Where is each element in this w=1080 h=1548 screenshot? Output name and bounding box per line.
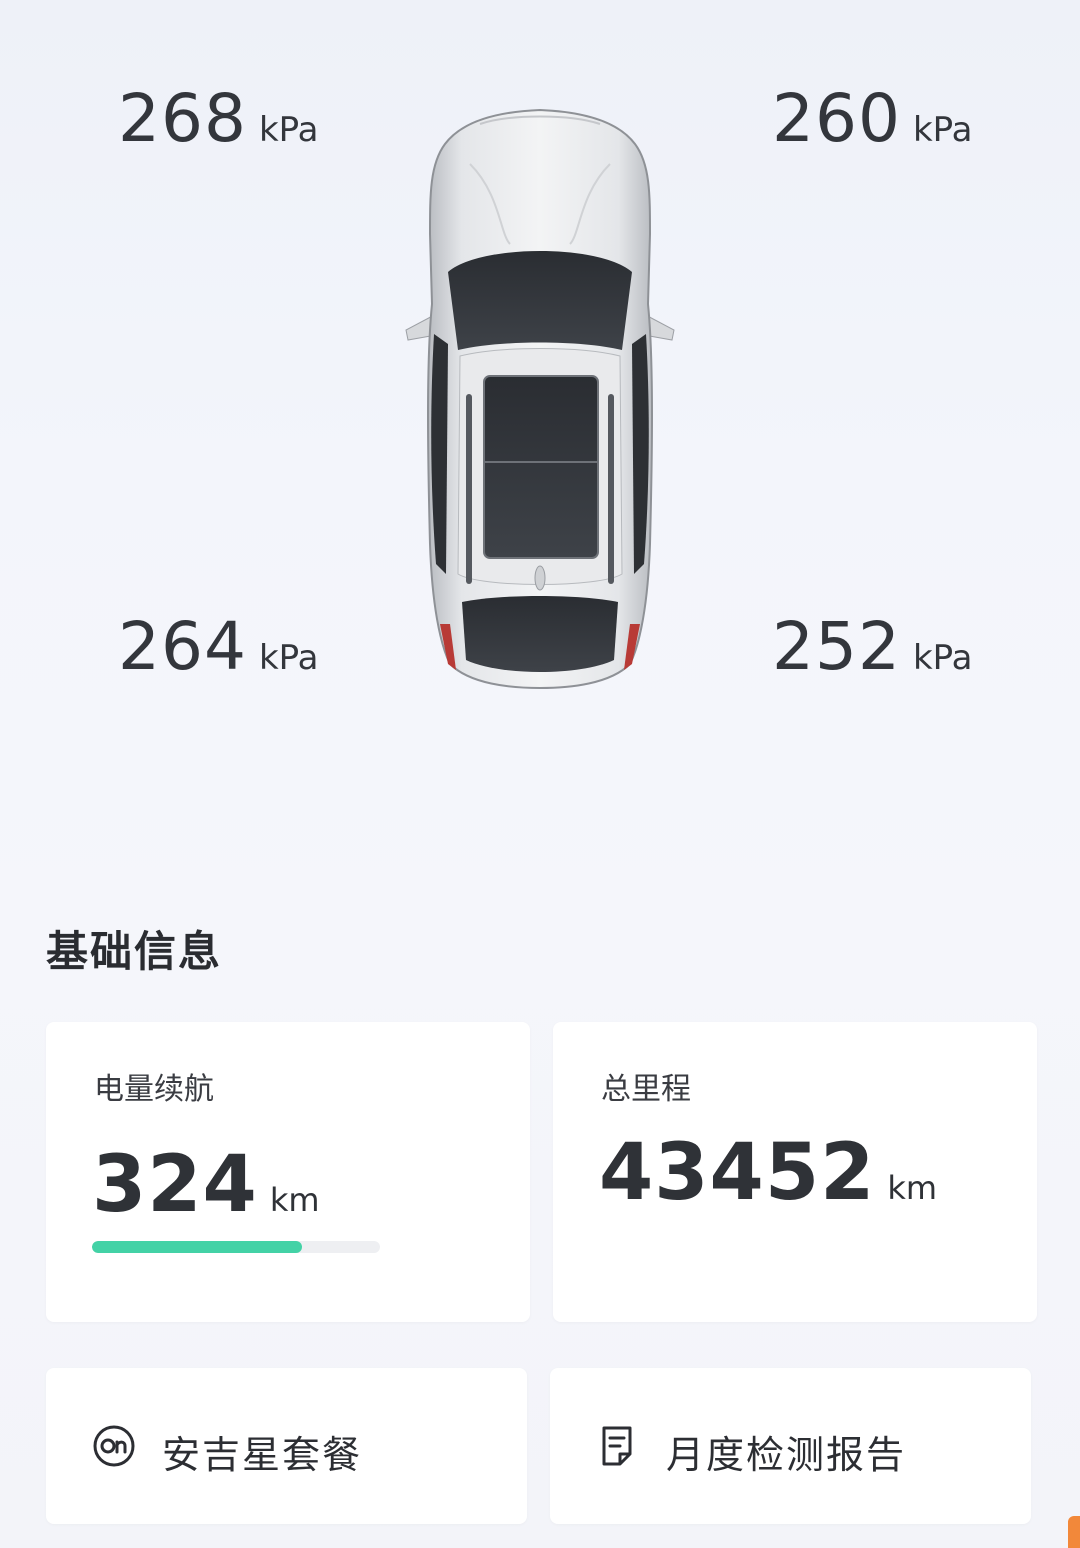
battery-range-card[interactable]: 电量续航 324 km: [46, 1022, 530, 1322]
section-title: 基础信息: [46, 927, 223, 976]
battery-range-number: 324: [92, 1140, 258, 1230]
tire-pressure-value: 252: [772, 608, 901, 685]
onstar-plan-label: 安吉星套餐: [162, 1433, 363, 1477]
battery-range-value: 324 km: [92, 1140, 320, 1230]
battery-range-unit: km: [269, 1181, 320, 1219]
tire-pressure-rear-right: 252 kPa: [772, 608, 972, 685]
tire-pressure-value: 260: [772, 80, 901, 157]
document-icon: [602, 1426, 632, 1466]
onstar-plan-button[interactable]: 安吉星套餐: [46, 1368, 527, 1524]
monthly-report-label: 月度检测报告: [666, 1433, 907, 1477]
tire-pressure-value: 268: [118, 80, 247, 157]
tire-pressure-front-right: 260 kPa: [772, 80, 972, 157]
tire-pressure-unit: kPa: [912, 110, 973, 150]
tire-pressure-unit: kPa: [258, 638, 319, 678]
battery-level-fill: [92, 1241, 303, 1253]
onstar-icon: [93, 1425, 135, 1467]
battery-range-label: 电量续航: [94, 1072, 214, 1107]
floating-edge-tab[interactable]: [1068, 1516, 1080, 1548]
odometer-unit: km: [887, 1169, 938, 1207]
tire-pressure-rear-left: 264 kPa: [118, 608, 318, 685]
tire-pressure-value: 264: [118, 608, 247, 685]
car-top-view-image: [405, 108, 675, 690]
odometer-card[interactable]: 总里程 43452 km: [553, 1022, 1037, 1322]
tire-pressure-unit: kPa: [258, 110, 319, 150]
tire-pressure-unit: kPa: [912, 638, 973, 678]
odometer-label: 总里程: [601, 1072, 691, 1107]
monthly-report-button[interactable]: 月度检测报告: [550, 1368, 1031, 1524]
tire-pressure-front-left: 268 kPa: [118, 80, 318, 157]
battery-level-bar: [92, 1241, 380, 1253]
odometer-value: 43452 km: [599, 1128, 937, 1218]
odometer-number: 43452: [599, 1128, 876, 1218]
